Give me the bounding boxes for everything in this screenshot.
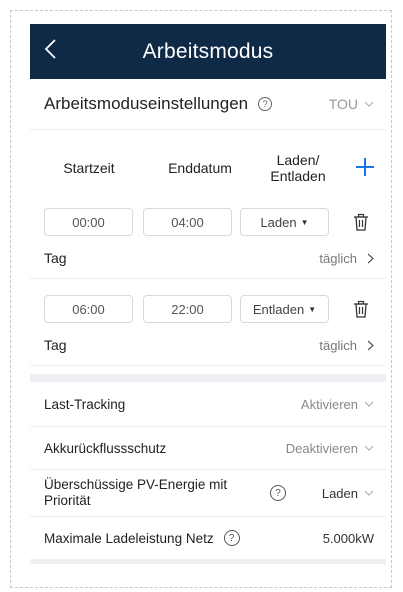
max-grid-charge-row[interactable]: Maximale Ladeleistung Netz ? 5.000kW	[30, 517, 386, 559]
column-charge-discharge: Laden/ Entladen	[258, 152, 338, 184]
max-grid-charge-value[interactable]: 5.000kW	[323, 531, 374, 546]
slot-2-mode-select[interactable]: Entladen ▼	[240, 295, 329, 323]
app-header: Arbeitsmodus	[30, 24, 386, 79]
last-tracking-select[interactable]: Aktivieren	[301, 397, 374, 412]
page-title: Arbeitsmodus	[142, 39, 274, 63]
pv-priority-select[interactable]: Laden	[322, 486, 374, 501]
schedule-slot-2: 06:00 22:00 Entladen ▼ Tag täglich	[30, 293, 386, 366]
last-tracking-label: Last-Tracking	[44, 396, 126, 412]
slot-2-day-value: täglich	[319, 337, 357, 353]
app-screen: Arbeitsmodus Arbeitsmoduseinstellungen ?…	[30, 24, 386, 564]
work-mode-select[interactable]: TOU	[329, 96, 374, 112]
slot-1-day-value: täglich	[319, 250, 357, 266]
schedule-slot-1: 00:00 04:00 Laden ▼ Tag täglich	[30, 206, 386, 279]
pv-priority-row[interactable]: Überschüssige PV-Energie mit Priorität ?…	[30, 470, 386, 517]
pv-priority-value: Laden	[321, 485, 358, 501]
slot-1-start-time[interactable]: 00:00	[44, 208, 133, 236]
work-mode-settings-label: Arbeitsmoduseinstellungen	[44, 94, 249, 113]
slot-1-day-label: Tag	[44, 250, 67, 266]
column-charge-discharge-line1: Laden/	[276, 152, 320, 168]
slot-spacer	[30, 279, 386, 293]
work-mode-value: TOU	[328, 96, 358, 112]
chevron-down-icon	[364, 101, 374, 107]
slot-2-day-label: Tag	[44, 337, 67, 353]
slot-1-mode-select[interactable]: Laden ▼	[240, 208, 329, 236]
chevron-right-icon	[367, 340, 374, 350]
pv-priority-label: Überschüssige PV-Energie mit Priorität	[44, 477, 228, 508]
max-grid-charge-label: Maximale Ladeleistung Netz	[44, 530, 214, 546]
column-charge-discharge-line2: Entladen	[270, 168, 326, 184]
backflow-protection-label: Akkurückflussschutz	[44, 440, 167, 456]
help-icon[interactable]: ?	[270, 485, 286, 501]
slot-1-end-time[interactable]: 04:00	[143, 208, 232, 236]
slot-2-day-select[interactable]: täglich	[319, 338, 374, 353]
last-tracking-value: Aktivieren	[300, 396, 358, 412]
last-tracking-row[interactable]: Last-Tracking Aktivieren	[30, 382, 386, 427]
work-mode-settings-row[interactable]: Arbeitsmoduseinstellungen ? TOU	[30, 79, 386, 130]
column-end-date: Enddatum	[168, 160, 232, 176]
help-icon[interactable]: ?	[223, 530, 240, 546]
trash-icon[interactable]	[351, 212, 371, 232]
bottom-divider	[30, 559, 386, 564]
chevron-down-icon	[364, 490, 374, 496]
caret-down-icon: ▼	[308, 304, 317, 314]
back-button[interactable]	[38, 37, 62, 61]
slot-2-end-time[interactable]: 22:00	[143, 295, 232, 323]
slot-2-start-time[interactable]: 06:00	[44, 295, 133, 323]
backflow-protection-value: Deaktivieren	[285, 440, 358, 456]
slot-2-mode-value: Entladen	[252, 301, 305, 317]
backflow-protection-select[interactable]: Deaktivieren	[286, 441, 374, 456]
caret-down-icon: ▼	[300, 217, 309, 227]
schedule-column-headers: Startzeit Enddatum Laden/ Entladen	[30, 130, 386, 206]
chevron-down-icon	[364, 445, 374, 451]
slot-1-day-select[interactable]: täglich	[319, 251, 374, 266]
chevron-right-icon	[367, 253, 374, 263]
backflow-protection-row[interactable]: Akkurückflussschutz Deaktivieren	[30, 427, 386, 470]
chevron-left-icon	[44, 39, 56, 59]
help-icon[interactable]: ?	[258, 97, 273, 111]
chevron-down-icon	[364, 401, 374, 407]
slot-1-mode-value: Laden	[260, 214, 297, 230]
section-divider	[30, 374, 386, 382]
trash-icon[interactable]	[351, 299, 371, 319]
column-start-time: Startzeit	[63, 160, 115, 176]
add-slot-button[interactable]	[354, 156, 376, 178]
